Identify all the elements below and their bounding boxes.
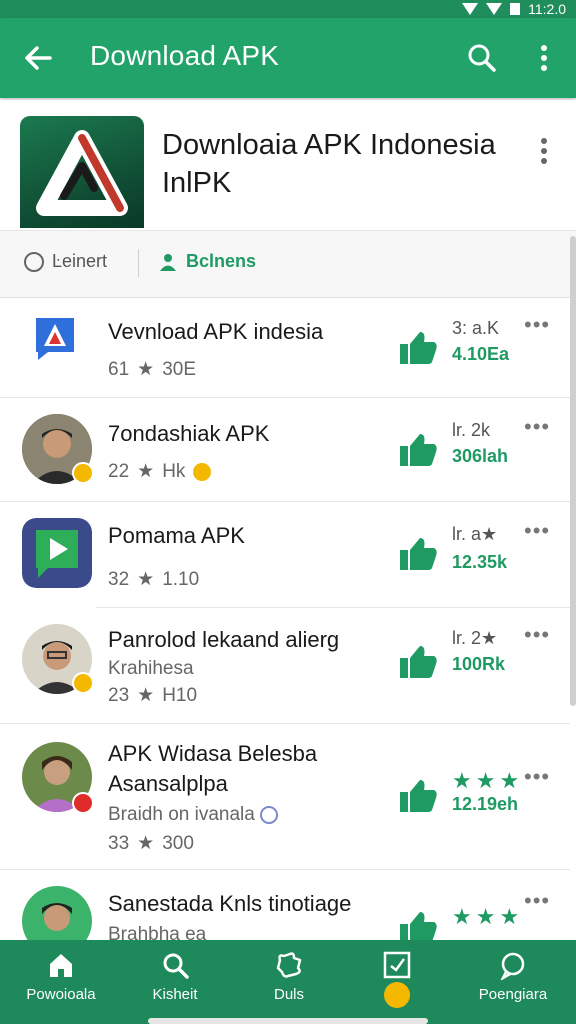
thumbs-up-icon[interactable] <box>398 778 438 814</box>
item-stat-2: 12.19eh <box>452 794 519 814</box>
item-stat-1: lr. 2k <box>452 420 491 440</box>
filter-bar: Ŀeinert Bclnens <box>0 230 576 298</box>
emoji-icon <box>193 462 212 481</box>
item-title: Panrolod lekaand alierg <box>108 627 340 652</box>
item-title: 7ondashiak APK <box>108 421 270 446</box>
status-bar: 11:2.0 <box>0 0 576 18</box>
nav-item-updates[interactable] <box>342 950 452 1008</box>
item-meta: 23 ★ H10 <box>108 684 198 707</box>
person-icon <box>160 253 176 271</box>
add-badge-icon <box>72 792 94 814</box>
more-horiz-icon[interactable]: ••• <box>524 764 550 790</box>
divider <box>138 249 139 277</box>
list-item[interactable]: Sanestada Knls tinotiage Brahbha ea ★★★ … <box>0 870 570 956</box>
app-menu-icon[interactable] <box>536 136 552 166</box>
list-item[interactable]: Pomama APK 32 ★ 1.10 lr. a★ 12.35k ••• <box>0 502 570 608</box>
item-stat-1: lr. a★ <box>452 524 498 544</box>
scrollbar[interactable] <box>570 236 576 706</box>
item-title: Pomama APK <box>108 523 245 548</box>
item-subtitle: Braidh on ivanala <box>108 804 279 826</box>
wifi-icon <box>486 3 503 15</box>
emoji-icon <box>384 982 410 1008</box>
bottom-navigation: Powoioala Kisheit Duls Poengiara <box>0 940 576 1024</box>
thumbs-up-icon[interactable] <box>398 432 438 468</box>
app-name: Downloaia APK Indonesia InlPK <box>162 129 496 199</box>
rating-stars: ★★★ <box>452 768 524 793</box>
list-item[interactable]: APK Widasa Belesba Asansalplpa Braidh on… <box>0 724 570 870</box>
filter-option-1[interactable]: Ŀeinert <box>24 251 107 272</box>
item-stat-1: 3: a.K <box>452 318 500 338</box>
emoji-badge-icon <box>72 672 94 694</box>
emoji-badge-icon <box>72 462 94 484</box>
item-meta: 22 ★ Hk <box>108 460 212 483</box>
item-stat-2: 306lah <box>452 446 509 466</box>
more-horiz-icon[interactable]: ••• <box>524 414 550 440</box>
app-header: Downloaia APK Indonesia InlPK <box>0 100 576 230</box>
item-stat-2: 100Rk <box>452 654 506 674</box>
filter-option-2[interactable]: Bclnens <box>158 251 256 272</box>
more-horiz-icon[interactable]: ••• <box>524 518 550 544</box>
more-horiz-icon[interactable]: ••• <box>524 312 550 338</box>
item-stat-1: lr. 2★ <box>452 628 498 648</box>
puzzle-icon <box>276 952 302 978</box>
play-app-icon <box>22 518 92 588</box>
home-icon <box>50 954 72 977</box>
item-stat-2: 12.35k <box>452 552 508 572</box>
search-icon[interactable] <box>464 40 500 76</box>
home-indicator[interactable] <box>148 1018 428 1024</box>
chat-search-icon <box>500 952 525 980</box>
nav-item-games[interactable]: Duls <box>234 950 344 1003</box>
thumbs-up-icon[interactable] <box>398 330 438 366</box>
page-title: Download APK <box>90 40 280 71</box>
nav-item-search[interactable]: Kisheit <box>120 950 230 1003</box>
more-vert-icon[interactable] <box>530 40 558 76</box>
item-meta: 61 ★ 30E <box>108 358 196 381</box>
star-icon: ★ <box>137 569 155 590</box>
emoji-icon <box>260 805 279 824</box>
signal-icon <box>462 3 479 15</box>
app-bar: Download APK <box>0 18 576 98</box>
back-arrow-icon[interactable] <box>20 40 56 76</box>
item-title: Sanestada Knls tinotiage <box>108 891 352 916</box>
item-title-line2: Asansalplpa <box>108 771 228 796</box>
list-item[interactable]: Panrolod lekaand alierg Krahihesa 23 ★ H… <box>0 608 570 724</box>
thumbs-up-icon[interactable] <box>398 536 438 572</box>
update-box-icon <box>383 951 411 979</box>
star-icon: ★ <box>137 833 155 854</box>
rating-stars: ★★★ <box>452 904 524 929</box>
item-stat-2: 4.10Ea <box>452 344 510 364</box>
search-icon <box>163 953 189 979</box>
battery-icon <box>510 3 521 15</box>
star-icon: ★ <box>137 359 155 380</box>
more-horiz-icon[interactable]: ••• <box>524 622 550 648</box>
item-title: Vevnload APK indesia <box>108 319 324 344</box>
more-horiz-icon[interactable]: ••• <box>524 888 550 914</box>
list-item[interactable]: 7ondashiak APK 22 ★ Hk lr. 2k 306lah ••• <box>0 398 570 502</box>
app-logo <box>20 116 144 228</box>
item-title: APK Widasa Belesba <box>108 741 318 766</box>
app-icon <box>36 318 74 360</box>
radio-icon[interactable] <box>24 251 44 272</box>
status-time: 11:2.0 <box>528 1 566 17</box>
star-icon: ★ <box>137 461 155 482</box>
nav-item-home[interactable]: Powoioala <box>6 950 116 1003</box>
thumbs-up-icon[interactable] <box>398 644 438 680</box>
star-icon: ★ <box>137 685 155 706</box>
item-meta: 32 ★ 1.10 <box>108 568 200 591</box>
nav-item-profile[interactable]: Poengiara <box>458 950 568 1003</box>
item-subtitle: Krahihesa <box>108 658 194 679</box>
item-meta: 33 ★ 300 <box>108 832 194 855</box>
list-item[interactable]: Vevnload APK indesia 61 ★ 30E 3: a.K 4.1… <box>0 298 570 398</box>
